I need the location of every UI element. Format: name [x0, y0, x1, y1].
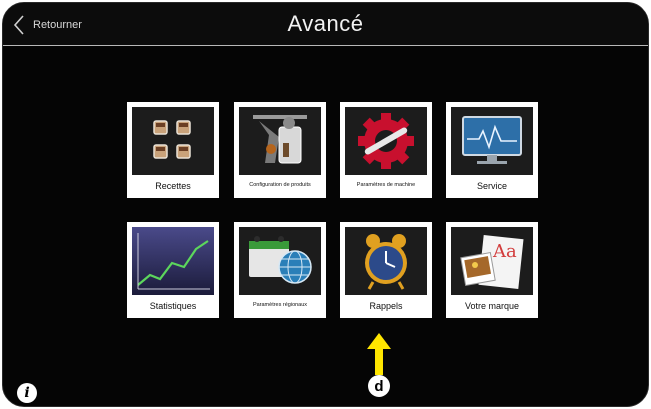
brand-icon: Aa — [451, 227, 533, 295]
arrow-up-icon — [367, 333, 391, 375]
tile-label: Service — [476, 180, 507, 191]
tile-label: Votre marque — [464, 300, 520, 311]
info-button[interactable]: i — [17, 383, 37, 403]
regional-settings-icon — [239, 227, 321, 295]
tile-label: Rappels — [369, 300, 403, 311]
tile-label: Recettes — [155, 180, 191, 191]
tile-statistiques[interactable]: Statistiques — [127, 222, 219, 318]
tile-label: Paramètres de machine — [356, 182, 416, 188]
tile-votre-marque[interactable]: Aa Votre marque — [446, 222, 538, 318]
recipes-cups-icon — [132, 107, 214, 175]
tile-label: Configuration de produits — [249, 182, 311, 188]
product-config-icon — [239, 107, 321, 175]
tile-recettes[interactable]: Recettes — [127, 102, 219, 198]
screen: Retourner Avancé Recettes Configuration … — [2, 2, 649, 407]
tile-label: Paramètres régionaux — [252, 302, 308, 308]
svg-text:Aa: Aa — [492, 241, 517, 262]
tile-parametres-regionaux[interactable]: Paramètres régionaux — [234, 222, 326, 318]
tile-rappels[interactable]: Rappels — [340, 222, 432, 318]
statistics-chart-icon — [132, 227, 214, 295]
annotation-marker: d — [368, 375, 390, 397]
header-bar: Retourner Avancé — [3, 3, 648, 46]
device-frame: Retourner Avancé Recettes Configuration … — [2, 2, 649, 407]
tile-service[interactable]: Service — [446, 102, 538, 198]
alarm-clock-icon — [345, 227, 427, 295]
machine-settings-icon — [345, 107, 427, 175]
page-title: Avancé — [287, 11, 364, 36]
tile-configuration-produits[interactable]: Configuration de produits — [234, 102, 326, 198]
tile-label: Statistiques — [149, 300, 197, 311]
tile-parametres-machine[interactable]: Paramètres de machine — [340, 102, 432, 198]
service-monitor-icon — [451, 107, 533, 175]
